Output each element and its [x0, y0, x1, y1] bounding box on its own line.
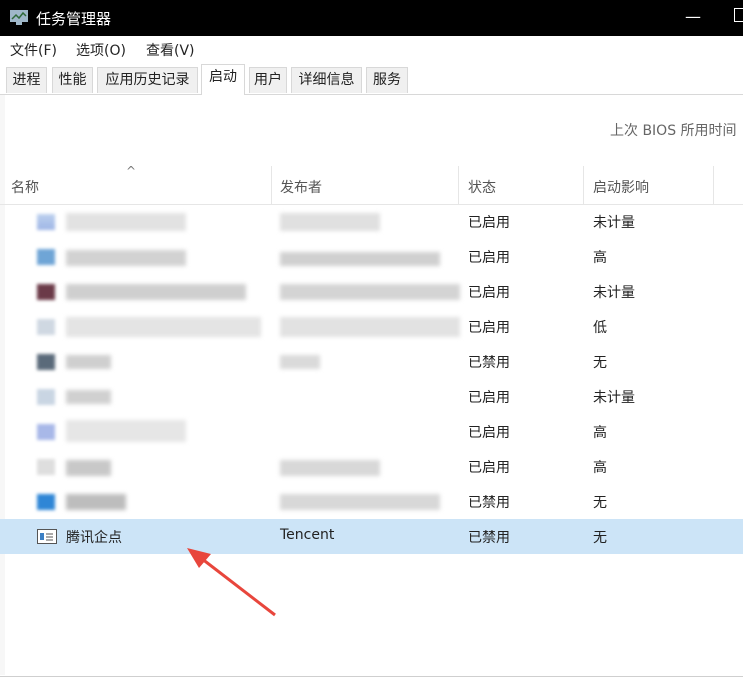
app-icon [37, 319, 55, 335]
blurred-name [66, 460, 111, 476]
blurred-name [66, 250, 186, 266]
list-item[interactable]: 已启用 未计量 [0, 204, 743, 239]
blurred-publisher [280, 317, 460, 337]
column-divider[interactable] [458, 166, 459, 204]
tab-app-history[interactable]: 应用历史记录 [97, 67, 198, 93]
impact-cell: 未计量 [593, 285, 635, 301]
blurred-publisher [280, 494, 440, 510]
status-bar-divider [0, 676, 743, 677]
blurred-name [66, 355, 111, 369]
blurred-publisher [280, 284, 460, 300]
app-icon [37, 249, 55, 265]
list-item[interactable]: 已启用 未计量 [0, 379, 743, 414]
tab-details[interactable]: 详细信息 [291, 67, 362, 93]
menu-file[interactable]: 文件(F) [10, 40, 57, 60]
blurred-name [66, 390, 111, 404]
status-cell: 已启用 [468, 215, 510, 231]
impact-cell: 无 [593, 495, 607, 511]
app-icon [37, 459, 55, 475]
tab-startup[interactable]: 启动 [201, 64, 245, 95]
publisher-cell: Tencent [280, 527, 335, 543]
menu-bar: 文件(F) 选项(O) 查看(V) [0, 36, 743, 62]
blurred-publisher [280, 213, 380, 231]
red-arrow-annotation [187, 548, 276, 617]
header-publisher[interactable]: 发布者 [280, 177, 322, 197]
list-item-selected[interactable]: 腾讯企点 Tencent 已禁用 无 [0, 519, 743, 554]
header-status[interactable]: 状态 [468, 177, 496, 197]
status-cell: 已启用 [468, 390, 510, 406]
impact-cell: 高 [593, 250, 607, 266]
column-divider[interactable] [713, 166, 714, 204]
column-divider[interactable] [583, 166, 584, 204]
impact-cell: 高 [593, 425, 607, 441]
list-item[interactable]: 已禁用 无 [0, 484, 743, 519]
tab-bar: 进程 性能 应用历史记录 启动 用户 详细信息 服务 [0, 62, 743, 95]
tab-users[interactable]: 用户 [249, 67, 287, 93]
impact-cell: 高 [593, 460, 607, 476]
task-manager-icon [10, 10, 28, 25]
window-title: 任务管理器 [36, 10, 112, 28]
status-cell: 已禁用 [468, 495, 510, 511]
header-name[interactable]: 名称 [11, 177, 39, 197]
column-header: ^ 名称 发布者 状态 启动影响 [0, 164, 743, 205]
blurred-name [66, 494, 126, 510]
app-icon [37, 424, 55, 440]
status-cell: 已启用 [468, 425, 510, 441]
blurred-publisher [280, 355, 320, 369]
menu-options[interactable]: 选项(O) [76, 40, 126, 60]
title-bar: 任务管理器 — [0, 0, 743, 36]
blurred-publisher [280, 460, 380, 476]
menu-view[interactable]: 查看(V) [146, 40, 195, 60]
impact-cell: 未计量 [593, 390, 635, 406]
list-item[interactable]: 已启用 未计量 [0, 274, 743, 309]
app-icon [37, 494, 55, 510]
app-icon [37, 284, 55, 300]
blurred-name [66, 317, 261, 337]
column-divider[interactable] [271, 166, 272, 204]
list-item[interactable]: 已启用 高 [0, 239, 743, 274]
tab-services[interactable]: 服务 [366, 67, 408, 93]
app-icon [37, 389, 55, 405]
app-icon [37, 354, 55, 370]
app-icon [37, 214, 55, 230]
list-item[interactable]: 已启用 高 [0, 449, 743, 484]
minimize-button[interactable]: — [680, 2, 706, 32]
tab-performance[interactable]: 性能 [52, 67, 93, 93]
impact-cell: 未计量 [593, 215, 635, 231]
bios-time-label: 上次 BIOS 所用时间 [610, 123, 737, 139]
blurred-name [66, 213, 186, 231]
list-item[interactable]: 已启用 高 [0, 414, 743, 449]
status-cell: 已启用 [468, 285, 510, 301]
status-cell: 已禁用 [468, 530, 510, 546]
blurred-publisher [280, 252, 440, 266]
blurred-name [66, 420, 186, 442]
qidian-app-icon [37, 529, 57, 544]
status-cell: 已启用 [468, 320, 510, 336]
header-startup-impact[interactable]: 启动影响 [593, 177, 649, 197]
maximize-button[interactable] [734, 8, 743, 22]
blurred-name [66, 284, 246, 300]
sort-ascending-icon: ^ [126, 164, 137, 178]
impact-cell: 无 [593, 355, 607, 371]
status-cell: 已禁用 [468, 355, 510, 371]
name-cell: 腾讯企点 [66, 530, 122, 546]
status-cell: 已启用 [468, 250, 510, 266]
status-cell: 已启用 [468, 460, 510, 476]
list-item[interactable]: 已禁用 无 [0, 344, 743, 379]
tab-processes[interactable]: 进程 [6, 67, 47, 93]
list-item[interactable]: 已启用 低 [0, 309, 743, 344]
impact-cell: 低 [593, 320, 607, 336]
impact-cell: 无 [593, 530, 607, 546]
